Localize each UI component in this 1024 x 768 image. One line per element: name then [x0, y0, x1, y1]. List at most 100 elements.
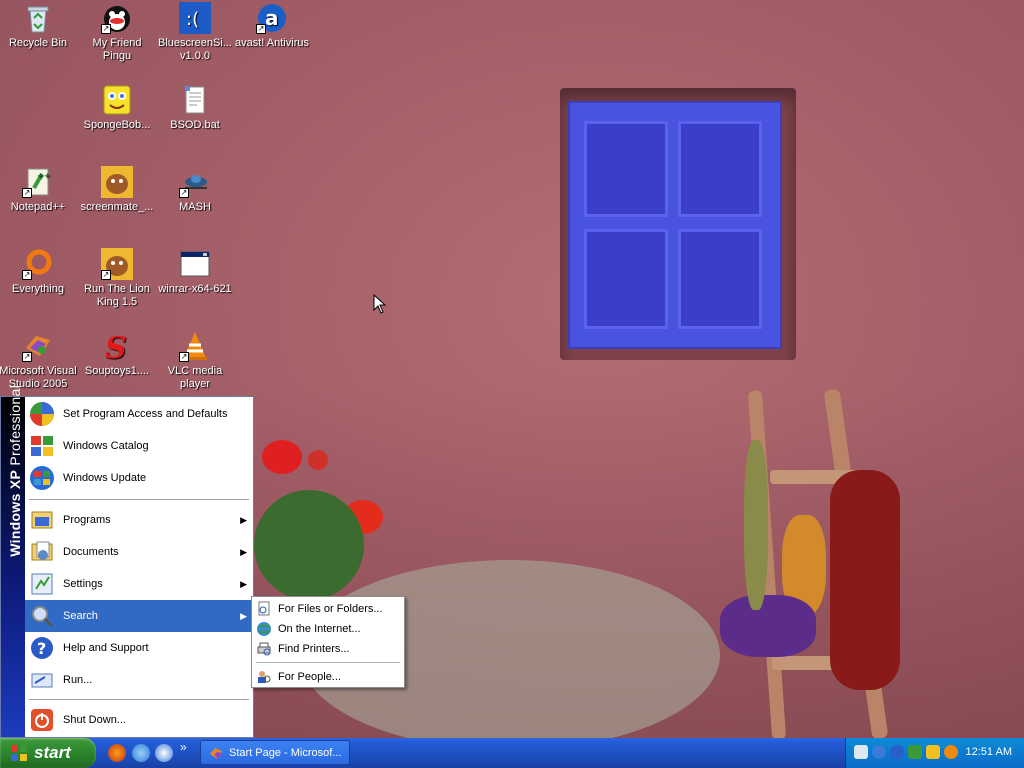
svg-text:++: ++ — [37, 171, 50, 180]
start-item-label: Documents — [63, 546, 119, 558]
icon-label: BSOD.bat — [170, 119, 220, 131]
task-button-start-page[interactable]: Start Page - Microsof... — [200, 740, 350, 765]
chili-ristra — [830, 470, 900, 690]
icon-label: screenmate_... — [80, 201, 154, 213]
firefox-icon[interactable] — [108, 744, 126, 762]
avast-tray-icon[interactable] — [890, 745, 904, 759]
internet-search-icon — [256, 621, 272, 637]
start-item-help[interactable]: ? Help and Support — [25, 632, 253, 664]
svg-text:S: S — [105, 331, 127, 362]
start-item-label: Windows Update — [63, 472, 147, 484]
windows-flag-icon — [10, 744, 28, 762]
start-button[interactable]: start — [0, 738, 96, 768]
help-icon: ? — [29, 635, 55, 661]
desktop-icon-pingu[interactable]: ↗ My Friend Pingu — [77, 2, 157, 63]
windows-catalog-icon — [29, 433, 55, 459]
desktop-icon-bluescreen[interactable]: :( BluescreenSi... v1.0.0 — [155, 2, 235, 63]
desktop-icon-lion-king[interactable]: ↗ Run The Lion King 1.5 — [77, 248, 157, 309]
desktop-icon-vlc[interactable]: ↗ VLC media player — [155, 330, 235, 391]
start-item-label: Programs — [63, 514, 111, 526]
start-item-windows-update[interactable]: Windows Update — [25, 462, 253, 494]
info-icon[interactable] — [872, 745, 886, 759]
icon-label: MASH — [179, 201, 211, 213]
search-item-label: For People... — [278, 671, 341, 683]
search-icon — [29, 603, 55, 629]
svg-text::(: :( — [186, 9, 199, 30]
update-icon[interactable] — [908, 745, 922, 759]
quick-launch-overflow-icon[interactable]: » — [180, 740, 187, 754]
submenu-separator — [256, 662, 400, 663]
search-submenu: For Files or Folders... On the Internet.… — [251, 596, 405, 688]
search-item-people[interactable]: For People... — [254, 668, 402, 686]
red-flower — [308, 450, 328, 470]
programs-icon — [29, 507, 55, 533]
submenu-arrow-icon: ▶ — [240, 610, 247, 621]
start-label: start — [34, 743, 71, 762]
search-item-files-folders[interactable]: For Files or Folders... — [254, 600, 402, 618]
banner-text: Windows XP Professional — [7, 385, 23, 715]
shield-icon[interactable] — [926, 745, 940, 759]
start-item-run[interactable]: Run... — [25, 664, 253, 696]
submenu-arrow-icon: ▶ — [240, 578, 247, 589]
desktop-icon-notepadpp[interactable]: ++ ↗ Notepad++ — [0, 166, 78, 214]
spongebob-icon — [101, 84, 133, 116]
start-item-program-access[interactable]: Set Program Access and Defaults — [25, 398, 253, 430]
desktop-icon-visual-studio[interactable]: ↗ Microsoft Visual Studio 2005 — [0, 330, 78, 391]
window-pane — [678, 121, 762, 217]
start-item-settings[interactable]: Settings ▶ — [25, 568, 253, 600]
desktop-icon-souptoys[interactable]: S Souptoys1.... — [77, 330, 157, 378]
desktop-icon-recycle-bin[interactable]: Recycle Bin — [0, 2, 78, 50]
desktop-icon-avast[interactable]: a ↗ avast! Antivirus — [232, 2, 312, 50]
desktop-icon-winrar[interactable]: winrar-x64-621 — [155, 248, 235, 296]
ie-icon[interactable] — [132, 744, 150, 762]
start-item-programs[interactable]: Programs ▶ — [25, 504, 253, 536]
run-icon — [29, 667, 55, 693]
pingu-icon: ↗ — [101, 2, 133, 34]
desktop-icon-spongebob[interactable]: SpongeBob... — [77, 84, 157, 132]
clock[interactable]: 12:51 AM — [966, 746, 1012, 758]
search-item-printers[interactable]: Find Printers... — [254, 640, 402, 658]
desktop-icon-mash[interactable]: ↗ MASH — [155, 166, 235, 214]
task-button-label: Start Page - Microsof... — [229, 746, 342, 759]
desktop-icon-screenmate[interactable]: screenmate_... — [77, 166, 157, 214]
start-item-documents[interactable]: Documents ▶ — [25, 536, 253, 568]
find-printers-icon — [256, 641, 272, 657]
search-item-internet[interactable]: On the Internet... — [254, 620, 402, 638]
search-item-label: On the Internet... — [278, 623, 361, 635]
avast-icon: a ↗ — [256, 2, 288, 34]
mash-icon: ↗ — [179, 166, 211, 198]
window-pane — [678, 229, 762, 329]
batch-file-icon — [179, 84, 211, 116]
network-icon[interactable] — [854, 745, 868, 759]
windows-update-icon — [29, 465, 55, 491]
search-tray-icon[interactable] — [944, 745, 958, 759]
start-item-label: Shut Down... — [63, 714, 126, 726]
start-item-label: Settings — [63, 578, 103, 590]
media-icon[interactable] — [155, 744, 173, 762]
start-item-search[interactable]: Search ▶ — [25, 600, 253, 632]
icon-label: avast! Antivirus — [235, 37, 309, 49]
recycle-bin-icon — [22, 2, 54, 34]
start-item-shut-down[interactable]: Shut Down... — [25, 704, 253, 736]
green-foliage — [254, 490, 364, 600]
find-people-icon — [256, 669, 272, 685]
start-item-windows-catalog[interactable]: Windows Catalog — [25, 430, 253, 462]
documents-icon — [29, 539, 55, 565]
start-menu-banner: Windows XP Professional — [1, 385, 25, 737]
dried-lavender — [720, 595, 816, 657]
desktop-icon-everything[interactable]: ↗ Everything — [0, 248, 78, 296]
submenu-arrow-icon: ▶ — [240, 514, 247, 525]
everything-icon: ↗ — [22, 248, 54, 280]
icon-label: Recycle Bin — [8, 37, 68, 49]
visual-studio-icon: ↗ — [22, 330, 54, 362]
lion-king-icon: ↗ — [101, 248, 133, 280]
svg-text:?: ? — [37, 639, 46, 658]
start-menu-separator — [29, 499, 249, 500]
search-item-label: For Files or Folders... — [278, 603, 383, 615]
vlc-icon: ↗ — [179, 330, 211, 362]
desktop-icon-bsod-bat[interactable]: BSOD.bat — [155, 84, 235, 132]
find-files-icon — [256, 601, 272, 617]
system-tray: 12:51 AM — [845, 738, 1024, 768]
winrar-installer-icon — [179, 248, 211, 280]
search-item-label: Find Printers... — [278, 643, 350, 655]
